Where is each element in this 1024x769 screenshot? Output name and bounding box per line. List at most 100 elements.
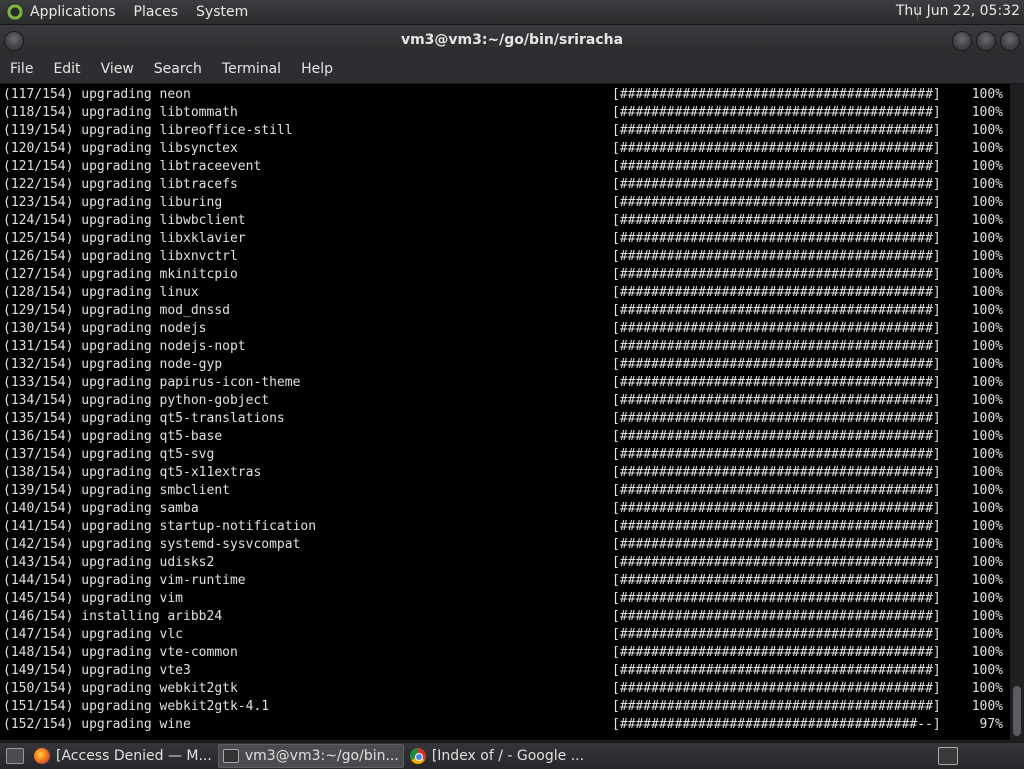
- line-message: (120/154) upgrading libsynctex: [3, 141, 238, 156]
- menu-terminal[interactable]: Terminal: [212, 61, 291, 77]
- progress-percent: 100%: [971, 105, 1003, 120]
- show-desktop-icon[interactable]: [6, 748, 24, 764]
- line-message: (138/154) upgrading qt5-x11extras: [3, 465, 262, 480]
- progress-bar: [#######################################…: [612, 357, 941, 372]
- menubar: File Edit View Search Terminal Help: [0, 55, 1024, 84]
- terminal-line: (118/154) upgrading libtommath [#########…: [0, 104, 1010, 122]
- tray-terminal-icon[interactable]: [938, 747, 958, 765]
- progress-bar: [#######################################…: [612, 141, 941, 156]
- terminal-line: (122/154) upgrading libtracefs [#########…: [0, 176, 1010, 194]
- line-message: (119/154) upgrading libreoffice-still: [3, 123, 293, 138]
- system-menu[interactable]: System: [196, 4, 248, 20]
- terminal-line: (143/154) upgrading udisks2 [############…: [0, 554, 1010, 572]
- progress-percent: 100%: [971, 177, 1003, 192]
- progress-percent: 100%: [971, 537, 1003, 552]
- line-message: (148/154) upgrading vte-common: [3, 645, 238, 660]
- progress-bar: [#######################################…: [612, 195, 941, 210]
- terminal-icon: [222, 749, 239, 763]
- progress-percent: 100%: [971, 591, 1003, 606]
- terminal-line: (121/154) upgrading libtraceevent [######…: [0, 158, 1010, 176]
- line-message: (134/154) upgrading python-gobject: [3, 393, 270, 408]
- line-message: (132/154) upgrading node-gyp: [3, 357, 223, 372]
- line-message: (145/154) upgrading vim: [3, 591, 184, 606]
- terminal-output[interactable]: (117/154) upgrading neon [###############…: [0, 84, 1010, 740]
- progress-percent: 97%: [979, 717, 1003, 732]
- menu-edit[interactable]: Edit: [43, 61, 90, 77]
- places-menu[interactable]: Places: [134, 4, 179, 20]
- terminal-line: (128/154) upgrading linux [##############…: [0, 284, 1010, 302]
- taskbar-item-chrome[interactable]: [Index of / - Google ...: [406, 745, 588, 767]
- terminal-line: (142/154) upgrading systemd-sysvcompat [#…: [0, 536, 1010, 554]
- progress-percent: 100%: [971, 285, 1003, 300]
- progress-bar: [#######################################…: [612, 375, 941, 390]
- progress-bar: [#######################################…: [612, 231, 941, 246]
- terminal-line: (139/154) upgrading smbclient [##########…: [0, 482, 1010, 500]
- window-menu-button[interactable]: [4, 31, 24, 51]
- terminal-line: (152/154) upgrading wine [###############…: [0, 716, 1010, 734]
- line-message: (122/154) upgrading libtracefs: [3, 177, 238, 192]
- taskbar-item-firefox[interactable]: [Access Denied — M...: [30, 745, 216, 767]
- terminal-lines: (117/154) upgrading neon [###############…: [0, 84, 1010, 734]
- distro-logo-icon[interactable]: [6, 3, 24, 21]
- progress-percent: 100%: [971, 303, 1003, 318]
- line-message: (118/154) upgrading libtommath: [3, 105, 238, 120]
- line-message: (129/154) upgrading mod_dnssd: [3, 303, 230, 318]
- progress-percent: 100%: [971, 375, 1003, 390]
- progress-percent: 100%: [971, 483, 1003, 498]
- window-title: vm3@vm3:~/go/bin/sriracha: [400, 32, 624, 48]
- progress-bar: [#######################################…: [612, 699, 941, 714]
- progress-percent: 100%: [971, 195, 1003, 210]
- progress-bar: [#######################################…: [612, 537, 941, 552]
- menu-search[interactable]: Search: [144, 61, 212, 77]
- progress-percent: 100%: [971, 663, 1003, 678]
- menu-file[interactable]: File: [0, 61, 43, 77]
- chrome-icon: [409, 748, 426, 764]
- progress-bar: [#######################################…: [612, 591, 941, 606]
- terminal-scrollbar[interactable]: [1010, 84, 1024, 740]
- progress-percent: 100%: [971, 357, 1003, 372]
- progress-bar: [#######################################…: [612, 321, 941, 336]
- taskbar-item-terminal[interactable]: vm3@vm3:~/go/bin...: [217, 744, 404, 768]
- progress-percent: 100%: [971, 249, 1003, 264]
- progress-percent: 100%: [971, 447, 1003, 462]
- line-message: (151/154) upgrading webkit2gtk-4.1: [3, 699, 270, 714]
- progress-bar: [#######################################…: [612, 609, 941, 624]
- terminal-line: (126/154) upgrading libxnvctrl [#########…: [0, 248, 1010, 266]
- progress-bar: [#######################################…: [612, 483, 941, 498]
- line-message: (144/154) upgrading vim-runtime: [3, 573, 246, 588]
- progress-percent: 100%: [971, 159, 1003, 174]
- line-message: (135/154) upgrading qt5-translations: [3, 411, 285, 426]
- terminal-line: (133/154) upgrading papirus-icon-theme [#…: [0, 374, 1010, 392]
- terminal-line: (120/154) upgrading libsynctex [#########…: [0, 140, 1010, 158]
- scrollbar-thumb[interactable]: [1013, 686, 1021, 736]
- menu-view[interactable]: View: [91, 61, 144, 77]
- line-message: (142/154) upgrading systemd-sysvcompat: [3, 537, 301, 552]
- progress-percent: 100%: [971, 429, 1003, 444]
- progress-bar: [#######################################…: [612, 303, 941, 318]
- line-message: (131/154) upgrading nodejs-nopt: [3, 339, 246, 354]
- progress-percent: 100%: [971, 465, 1003, 480]
- progress-bar: [#######################################…: [612, 663, 941, 678]
- clock[interactable]: Thu Jun 22, 05:32: [896, 3, 1020, 19]
- progress-bar: [#######################################…: [612, 177, 941, 192]
- taskbar-item-label: [Access Denied — M...: [56, 748, 212, 764]
- terminal-line: (129/154) upgrading mod_dnssd [##########…: [0, 302, 1010, 320]
- line-message: (137/154) upgrading qt5-svg: [3, 447, 215, 462]
- terminal-line: (130/154) upgrading nodejs [#############…: [0, 320, 1010, 338]
- progress-percent: 100%: [971, 627, 1003, 642]
- window-titlebar[interactable]: vm3@vm3:~/go/bin/sriracha: [0, 25, 1024, 55]
- taskbar-item-label: [Index of / - Google ...: [431, 748, 585, 764]
- terminal-line: (117/154) upgrading neon [###############…: [0, 86, 1010, 104]
- terminal-line: (150/154) upgrading webkit2gtk [#########…: [0, 680, 1010, 698]
- terminal-line: (135/154) upgrading qt5-translations [###…: [0, 410, 1010, 428]
- maximize-button[interactable]: [976, 31, 996, 51]
- menu-help[interactable]: Help: [291, 61, 343, 77]
- bottom-panel: [Access Denied — M... vm3@vm3:~/go/bin..…: [0, 742, 1024, 769]
- close-button[interactable]: [1000, 31, 1020, 51]
- terminal-line: (148/154) upgrading vte-common [#########…: [0, 644, 1010, 662]
- progress-bar: [#######################################…: [612, 87, 941, 102]
- minimize-button[interactable]: [952, 31, 972, 51]
- progress-percent: 100%: [971, 501, 1003, 516]
- progress-bar: [#######################################…: [612, 267, 941, 282]
- applications-menu[interactable]: Applications: [30, 4, 116, 20]
